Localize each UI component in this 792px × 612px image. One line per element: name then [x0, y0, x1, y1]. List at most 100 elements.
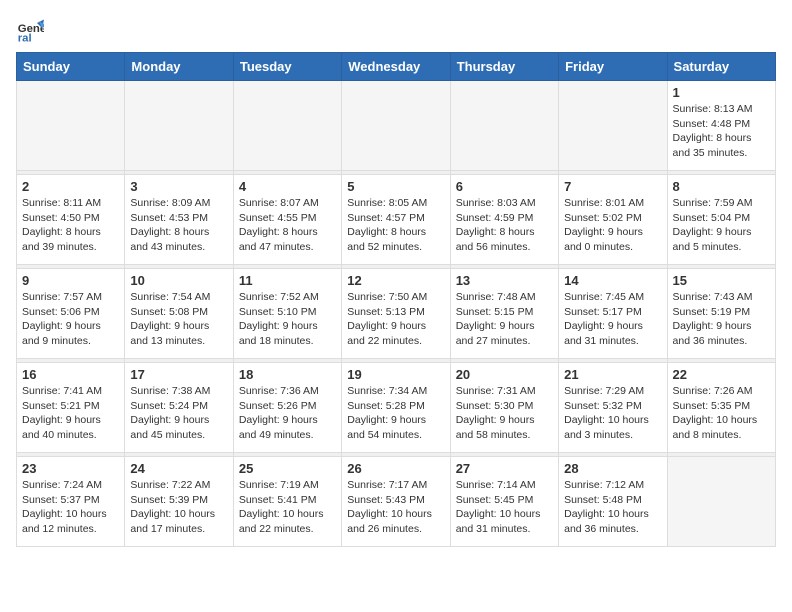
weekday-header-sunday: Sunday [17, 53, 125, 81]
day-info: Sunrise: 7:54 AM Sunset: 5:08 PM Dayligh… [130, 290, 227, 349]
logo: Gene ral [16, 16, 48, 44]
day-number: 19 [347, 367, 444, 382]
day-number: 2 [22, 179, 119, 194]
day-info: Sunrise: 7:19 AM Sunset: 5:41 PM Dayligh… [239, 478, 336, 537]
calendar-week-row: 23 Sunrise: 7:24 AM Sunset: 5:37 PM Dayli… [17, 457, 776, 547]
day-number: 14 [564, 273, 661, 288]
day-info: Sunrise: 7:50 AM Sunset: 5:13 PM Dayligh… [347, 290, 444, 349]
day-info: Sunrise: 8:03 AM Sunset: 4:59 PM Dayligh… [456, 196, 553, 255]
day-info: Sunrise: 7:29 AM Sunset: 5:32 PM Dayligh… [564, 384, 661, 443]
day-number: 17 [130, 367, 227, 382]
logo-icon: Gene ral [16, 16, 44, 44]
calendar-day-cell: 22 Sunrise: 7:26 AM Sunset: 5:35 PM Dayli… [667, 363, 775, 453]
day-number: 3 [130, 179, 227, 194]
day-number: 20 [456, 367, 553, 382]
calendar-day-cell: 10 Sunrise: 7:54 AM Sunset: 5:08 PM Dayli… [125, 269, 233, 359]
day-number: 22 [673, 367, 770, 382]
calendar-day-cell [559, 81, 667, 171]
day-number: 26 [347, 461, 444, 476]
svg-text:ral: ral [18, 32, 32, 44]
calendar-day-cell: 1 Sunrise: 8:13 AM Sunset: 4:48 PM Daylig… [667, 81, 775, 171]
day-info: Sunrise: 8:07 AM Sunset: 4:55 PM Dayligh… [239, 196, 336, 255]
calendar-week-row: 2 Sunrise: 8:11 AM Sunset: 4:50 PM Daylig… [17, 175, 776, 265]
day-number: 8 [673, 179, 770, 194]
day-info: Sunrise: 7:41 AM Sunset: 5:21 PM Dayligh… [22, 384, 119, 443]
calendar-day-cell: 7Sunrise: 8:01 AM Sunset: 5:02 PM Daylig… [559, 175, 667, 265]
day-info: Sunrise: 7:57 AM Sunset: 5:06 PM Dayligh… [22, 290, 119, 349]
day-info: Sunrise: 7:48 AM Sunset: 5:15 PM Dayligh… [456, 290, 553, 349]
calendar-day-cell: 12 Sunrise: 7:50 AM Sunset: 5:13 PM Dayli… [342, 269, 450, 359]
day-number: 28 [564, 461, 661, 476]
calendar-week-row: 1 Sunrise: 8:13 AM Sunset: 4:48 PM Daylig… [17, 81, 776, 171]
day-number: 27 [456, 461, 553, 476]
weekday-header-thursday: Thursday [450, 53, 558, 81]
page-header: Gene ral [16, 16, 776, 44]
calendar-day-cell: 19 Sunrise: 7:34 AM Sunset: 5:28 PM Dayli… [342, 363, 450, 453]
day-info: Sunrise: 8:13 AM Sunset: 4:48 PM Dayligh… [673, 102, 770, 161]
calendar-day-cell: 16 Sunrise: 7:41 AM Sunset: 5:21 PM Dayli… [17, 363, 125, 453]
calendar-table: SundayMondayTuesdayWednesdayThursdayFrid… [16, 52, 776, 547]
calendar-day-cell: 15Sunrise: 7:43 AM Sunset: 5:19 PM Dayli… [667, 269, 775, 359]
calendar-day-cell: 3 Sunrise: 8:09 AM Sunset: 4:53 PM Daylig… [125, 175, 233, 265]
day-number: 9 [22, 273, 119, 288]
day-info: Sunrise: 8:01 AM Sunset: 5:02 PM Dayligh… [564, 196, 661, 255]
day-info: Sunrise: 7:45 AM Sunset: 5:17 PM Dayligh… [564, 290, 661, 349]
calendar-day-cell [450, 81, 558, 171]
day-number: 5 [347, 179, 444, 194]
weekday-header-friday: Friday [559, 53, 667, 81]
day-number: 24 [130, 461, 227, 476]
calendar-day-cell [125, 81, 233, 171]
weekday-header-wednesday: Wednesday [342, 53, 450, 81]
day-number: 10 [130, 273, 227, 288]
day-number: 4 [239, 179, 336, 194]
calendar-day-cell: 13 Sunrise: 7:48 AM Sunset: 5:15 PM Dayli… [450, 269, 558, 359]
day-info: Sunrise: 7:52 AM Sunset: 5:10 PM Dayligh… [239, 290, 336, 349]
day-number: 16 [22, 367, 119, 382]
day-info: Sunrise: 7:38 AM Sunset: 5:24 PM Dayligh… [130, 384, 227, 443]
day-info: Sunrise: 7:24 AM Sunset: 5:37 PM Dayligh… [22, 478, 119, 537]
calendar-day-cell: 11Sunrise: 7:52 AM Sunset: 5:10 PM Dayli… [233, 269, 341, 359]
weekday-header-row: SundayMondayTuesdayWednesdayThursdayFrid… [17, 53, 776, 81]
calendar-day-cell: 20 Sunrise: 7:31 AM Sunset: 5:30 PM Dayli… [450, 363, 558, 453]
calendar-day-cell: 4 Sunrise: 8:07 AM Sunset: 4:55 PM Daylig… [233, 175, 341, 265]
day-info: Sunrise: 7:17 AM Sunset: 5:43 PM Dayligh… [347, 478, 444, 537]
day-number: 1 [673, 85, 770, 100]
day-info: Sunrise: 8:11 AM Sunset: 4:50 PM Dayligh… [22, 196, 119, 255]
calendar-day-cell: 21Sunrise: 7:29 AM Sunset: 5:32 PM Dayli… [559, 363, 667, 453]
calendar-day-cell: 2 Sunrise: 8:11 AM Sunset: 4:50 PM Daylig… [17, 175, 125, 265]
day-number: 15 [673, 273, 770, 288]
calendar-day-cell: 9 Sunrise: 7:57 AM Sunset: 5:06 PM Daylig… [17, 269, 125, 359]
day-info: Sunrise: 7:34 AM Sunset: 5:28 PM Dayligh… [347, 384, 444, 443]
calendar-day-cell [342, 81, 450, 171]
calendar-day-cell: 5 Sunrise: 8:05 AM Sunset: 4:57 PM Daylig… [342, 175, 450, 265]
day-info: Sunrise: 7:26 AM Sunset: 5:35 PM Dayligh… [673, 384, 770, 443]
day-number: 13 [456, 273, 553, 288]
day-number: 12 [347, 273, 444, 288]
day-info: Sunrise: 7:14 AM Sunset: 5:45 PM Dayligh… [456, 478, 553, 537]
calendar-day-cell [17, 81, 125, 171]
calendar-day-cell: 14 Sunrise: 7:45 AM Sunset: 5:17 PM Dayli… [559, 269, 667, 359]
calendar-day-cell: 18 Sunrise: 7:36 AM Sunset: 5:26 PM Dayli… [233, 363, 341, 453]
day-info: Sunrise: 8:09 AM Sunset: 4:53 PM Dayligh… [130, 196, 227, 255]
calendar-week-row: 16 Sunrise: 7:41 AM Sunset: 5:21 PM Dayli… [17, 363, 776, 453]
calendar-day-cell: 24 Sunrise: 7:22 AM Sunset: 5:39 PM Dayli… [125, 457, 233, 547]
day-number: 23 [22, 461, 119, 476]
day-info: Sunrise: 7:31 AM Sunset: 5:30 PM Dayligh… [456, 384, 553, 443]
day-number: 25 [239, 461, 336, 476]
calendar-day-cell: 26 Sunrise: 7:17 AM Sunset: 5:43 PM Dayli… [342, 457, 450, 547]
day-info: Sunrise: 8:05 AM Sunset: 4:57 PM Dayligh… [347, 196, 444, 255]
day-number: 18 [239, 367, 336, 382]
weekday-header-monday: Monday [125, 53, 233, 81]
calendar-day-cell: 6Sunrise: 8:03 AM Sunset: 4:59 PM Daylig… [450, 175, 558, 265]
calendar-day-cell: 8 Sunrise: 7:59 AM Sunset: 5:04 PM Daylig… [667, 175, 775, 265]
day-info: Sunrise: 7:22 AM Sunset: 5:39 PM Dayligh… [130, 478, 227, 537]
day-info: Sunrise: 7:12 AM Sunset: 5:48 PM Dayligh… [564, 478, 661, 537]
calendar-day-cell [667, 457, 775, 547]
day-info: Sunrise: 7:36 AM Sunset: 5:26 PM Dayligh… [239, 384, 336, 443]
calendar-day-cell: 17 Sunrise: 7:38 AM Sunset: 5:24 PM Dayli… [125, 363, 233, 453]
weekday-header-tuesday: Tuesday [233, 53, 341, 81]
day-info: Sunrise: 7:59 AM Sunset: 5:04 PM Dayligh… [673, 196, 770, 255]
weekday-header-saturday: Saturday [667, 53, 775, 81]
calendar-day-cell: 28 Sunrise: 7:12 AM Sunset: 5:48 PM Dayli… [559, 457, 667, 547]
calendar-day-cell: 27 Sunrise: 7:14 AM Sunset: 5:45 PM Dayli… [450, 457, 558, 547]
